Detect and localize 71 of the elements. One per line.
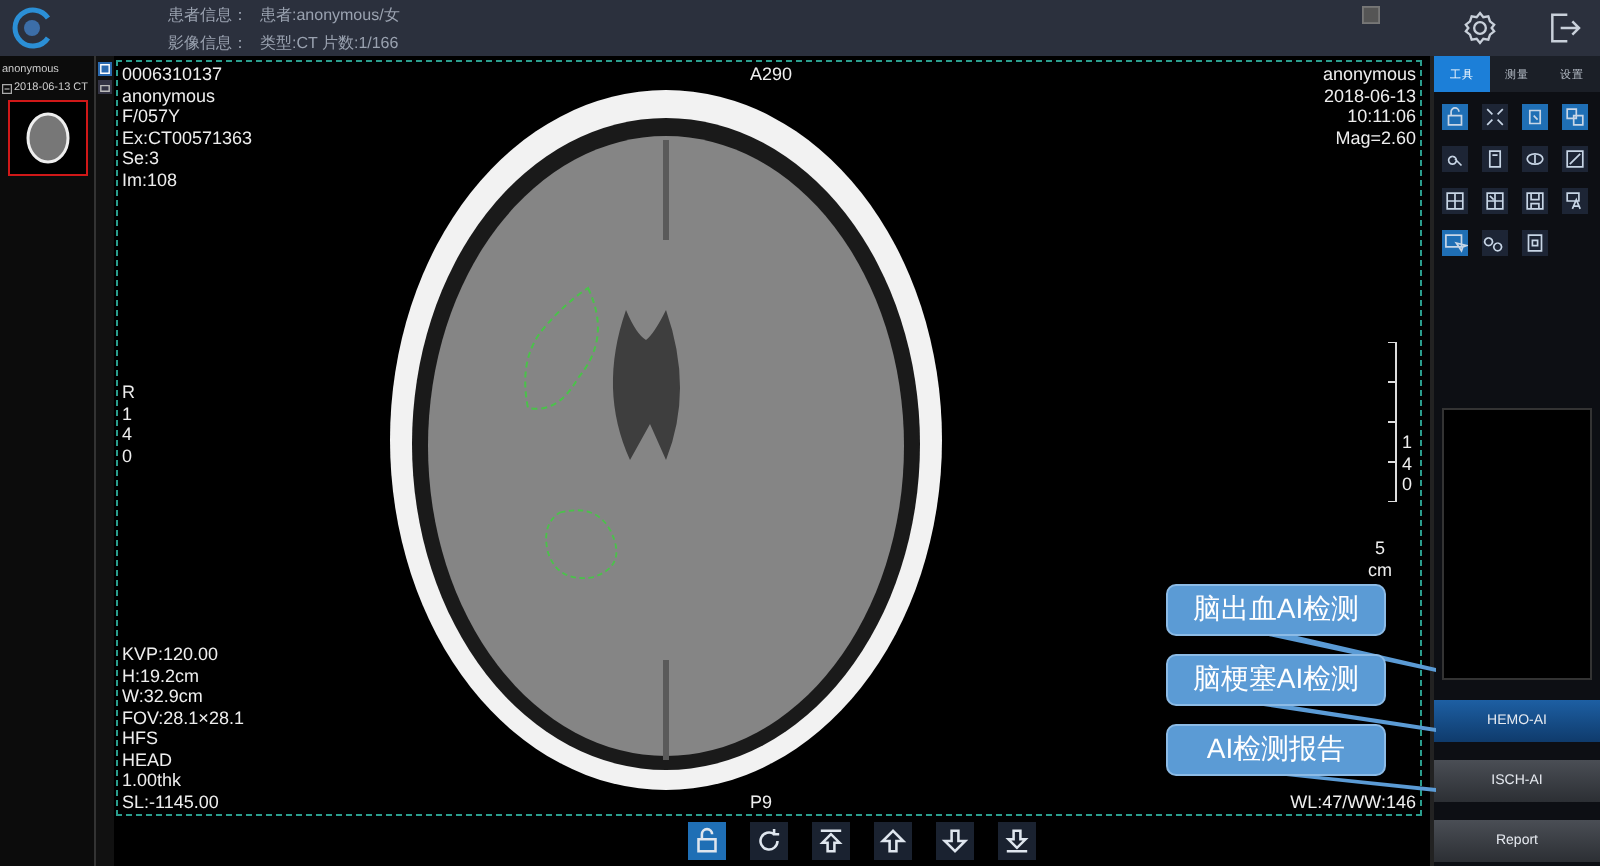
last-icon [1000,824,1034,858]
overlay-text: Ex:CT00571363 [122,127,253,148]
overlay-text: Mag=2.60 [1335,127,1416,148]
image-info-value: 类型:CT 片数:1/166 [260,31,399,53]
tool-icon [1522,230,1548,256]
tool-icon [1442,230,1468,256]
side-label: 0 [122,445,135,466]
side-label: 4 [122,424,135,445]
first-button[interactable] [812,822,850,860]
patient-info-value: 患者:anonymous/女 [260,3,400,25]
tool-button[interactable] [1482,104,1508,130]
scale-unit: cm [1368,559,1392,580]
first-icon [814,824,848,858]
tool-button[interactable] [1482,230,1508,256]
tool-icon [1482,104,1508,130]
image-viewport[interactable] [116,60,1422,816]
side-label: 1 [122,403,135,424]
overlay-text: 0006310137 [122,64,225,85]
tool-button[interactable] [1522,188,1548,214]
next-icon [938,824,972,858]
overlay-text: F/057Y [122,106,183,127]
tool-icon [1522,188,1548,214]
last-button[interactable] [998,822,1036,860]
tool-button[interactable] [1482,146,1508,172]
tool-icon [1442,188,1468,214]
tool-button[interactable] [1442,188,1468,214]
window-level-text: WL:47/WW:146 [1290,791,1416,812]
tool-icon [1482,188,1508,214]
unlock-button[interactable] [688,822,726,860]
scale-value: 5 [1374,538,1385,559]
overlay-text: anonymous [122,85,218,106]
overlay-text: anonymous [1322,64,1416,85]
tool-button[interactable] [1482,188,1508,214]
tool-button[interactable] [1522,230,1548,256]
series-thumbnail[interactable] [8,100,88,176]
overlay-text: SL:-1145.00 [122,791,221,812]
overlay-text: 1.00thk [122,770,184,791]
previous-icon [876,824,910,858]
tool-icon [1442,104,1468,130]
orientation-label: P9 [750,791,773,812]
tool-button[interactable] [1562,146,1588,172]
overlay-text: H:19.2cm [122,665,202,686]
tool-button[interactable] [1442,146,1468,172]
image-info-label: 影像信息： [168,31,248,53]
tool-button[interactable] [1562,188,1588,214]
collapse-icon[interactable] [2,83,12,93]
tool-button[interactable] [1522,146,1548,172]
side-label: R [122,382,135,403]
overlay-text: 10:11:06 [1347,106,1416,127]
side-label: 1 [1401,432,1412,453]
tool-icon [1562,104,1588,130]
overlay-text: HEAD [122,749,175,770]
previous-button[interactable] [874,822,912,860]
tool-icon [1562,146,1588,172]
patient-info-label: 患者信息： [168,3,248,25]
overlay-text: HFS [122,728,160,749]
overlay-text: 2018-06-13 [1323,85,1416,106]
side-label: 4 [1401,453,1412,474]
rotate-button[interactable] [750,822,788,860]
orientation-label: A290 [750,64,793,85]
overlay-text: KVP:120.00 [122,644,221,665]
side-label: 0 [1401,474,1412,495]
overlay-text: W:32.9cm [122,686,205,707]
overlay-text: FOV:28.1×28.1 [122,707,244,728]
overlay-text: Im:108 [122,169,180,190]
layout-icon[interactable] [98,62,112,76]
overlay-text: Se:3 [122,148,162,169]
callout-label: 脑出血AI检测 [1166,584,1386,636]
logo-icon [8,4,56,52]
settings-icon[interactable] [1460,8,1500,48]
next-button[interactable] [936,822,974,860]
